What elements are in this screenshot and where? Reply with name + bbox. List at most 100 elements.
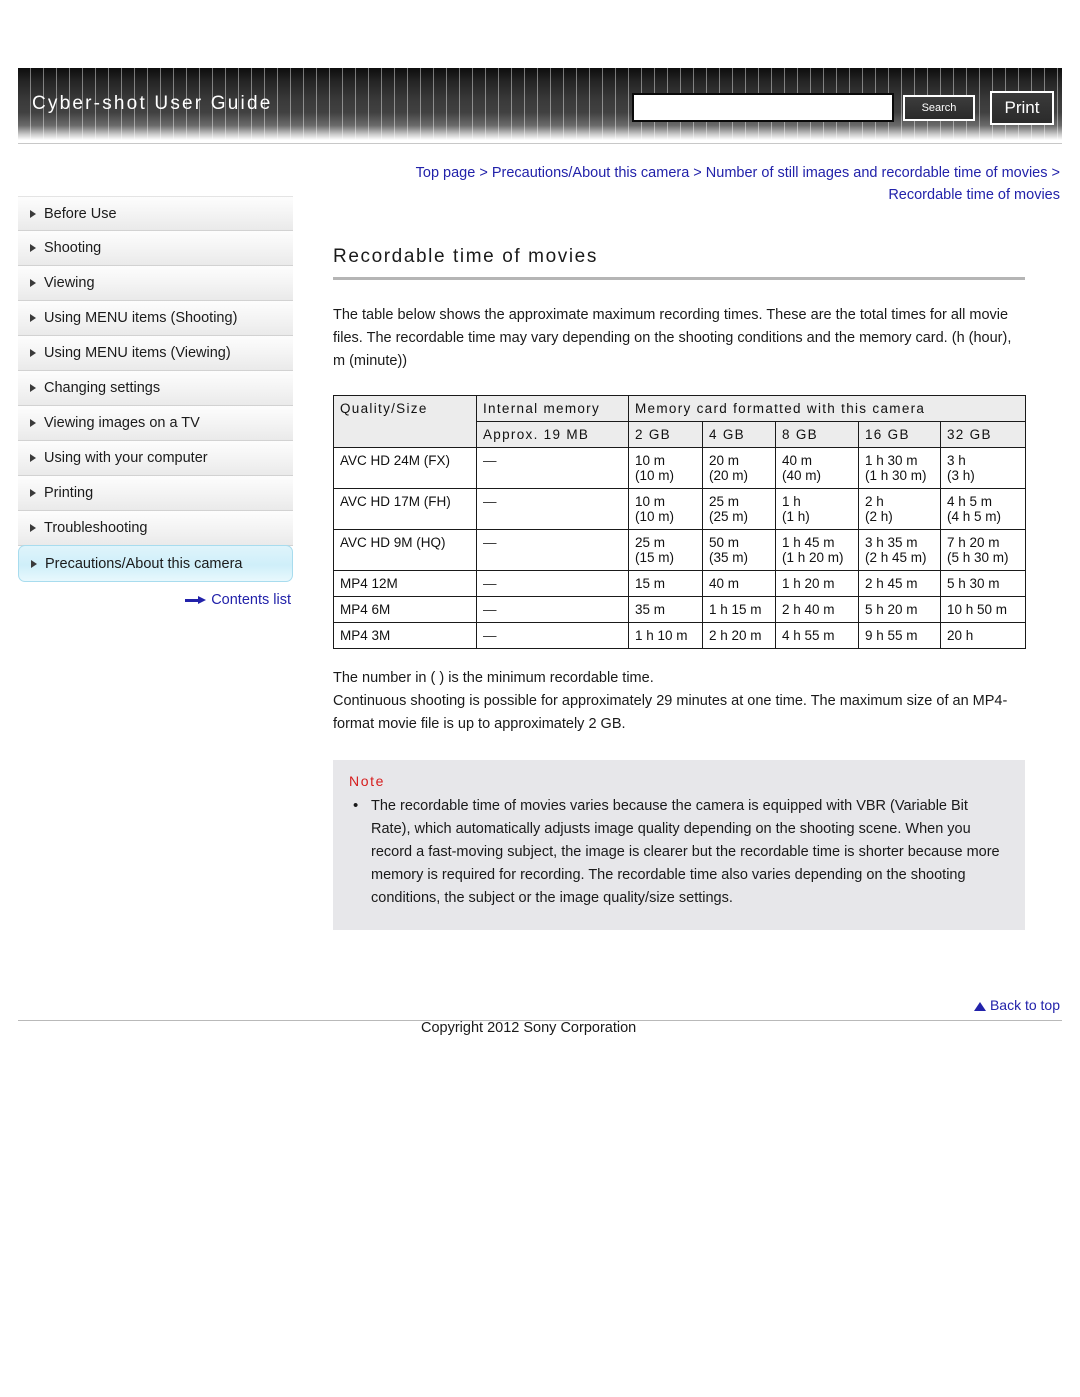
sidebar-item-using-with-your-computer[interactable]: Using with your computer [18,441,293,476]
recordable-time-value: 1 h [782,494,801,509]
recordable-time-value: 4 h 55 m [782,628,835,643]
cell-recordable-time: 10 m (10 m) [628,447,703,489]
cell-recordable-time: 4 h 5 m (4 h 5 m) [939,488,1027,530]
sidebar-item-label: Before Use [44,205,117,222]
sidebar-item-label: Viewing [44,275,95,291]
sub-header-cell: 2 GB [628,421,703,448]
recordable-time-minimum: (2 h 45 m) [865,550,927,565]
recordable-time-value: 10 m [635,453,666,468]
cell-quality-size: MP4 3M [333,622,477,649]
recordable-time-value: 20 h [947,628,974,643]
cell-internal-memory: — [476,488,629,530]
search-button[interactable]: Search [903,95,975,121]
recordable-time-minimum: (2 h) [865,509,893,524]
cell-recordable-time: 2 h (2 h) [858,488,941,530]
recordable-time-value: 3 h 35 m [865,535,918,550]
sidebar-item-label: Using with your computer [44,450,208,466]
cell-recordable-time: 9 h 55 m [858,622,941,649]
cell-recordable-time: 25 m (25 m) [702,488,776,530]
cell-recordable-time: 3 h 35 m (2 h 45 m) [858,529,941,571]
recordable-time-value: 40 m [709,576,740,591]
sidebar-item-using-menu-items-shooting[interactable]: Using MENU items (Shooting) [18,301,293,336]
sidebar-item-label: Viewing images on a TV [44,415,200,431]
triangle-right-icon [30,209,36,218]
table-footnotes: The number in ( ) is the minimum recorda… [333,667,1025,736]
recordable-time-value: 2 h 40 m [782,602,835,617]
back-to-top-link[interactable]: Back to top [973,997,1060,1013]
title-divider [333,277,1025,280]
recordable-time-value: 1 h 15 m [709,602,762,617]
sidebar-item-troubleshooting[interactable]: Troubleshooting [18,511,293,546]
sidebar-item-label: Printing [44,485,94,501]
sidebar-item-label: Changing settings [44,380,161,396]
cell-recordable-time: 20 m (20 m) [702,447,776,489]
cell-recordable-time: 2 h 45 m [858,570,941,597]
cell-internal-memory: — [476,529,629,571]
header-quality-size: Quality/Size [333,395,477,448]
sidebar-item-label: Shooting [44,240,102,256]
cell-recordable-time: 1 h 15 m [702,596,776,623]
table-row: MP4 3M — 1 h 10 m 2 h 20 m 4 h 55 m 9 h 55 m 2… [333,622,1027,649]
table-row: AVC HD 24M (FX) —10 m (10 m) 20 m (20 m) 40 m… [333,447,1027,489]
cell-quality-size: AVC HD 9M (HQ) [333,529,477,571]
triangle-right-icon [30,419,36,427]
table-group-header-row: Quality/Size Internal memory Memory card… [333,395,1027,448]
recordable-time-minimum: (1 h 20 m) [782,550,844,565]
table-row: AVC HD 9M (HQ) —25 m (15 m) 50 m (35 m) 1 h 4… [333,529,1027,571]
cell-recordable-time: 40 m (40 m) [775,447,859,489]
back-to-top-label: Back to top [989,997,1060,1013]
cell-recordable-time: 1 h 45 m (1 h 20 m) [775,529,859,571]
triangle-right-icon [30,279,36,287]
note-box: Note The recordable time of movies varie… [333,760,1025,930]
intro-paragraph: The table below shows the approximate ma… [333,307,1012,369]
recordable-time-value: 25 m [635,535,666,550]
table-row: AVC HD 17M (FH) —10 m (10 m) 25 m (25 m) 1 h(… [333,488,1027,530]
search-input[interactable] [632,93,894,122]
recordable-time-minimum: (1 h) [782,509,810,524]
recordable-time-minimum: (5 h 30 m) [947,550,1009,565]
triangle-right-icon [30,349,36,357]
footnote-continuous-shooting: Continuous shooting is possible for appr… [333,693,1008,732]
recordable-time-value: 1 h 45 m [782,535,835,550]
sidebar-item-viewing-images-on-a-tv[interactable]: Viewing images on a TV [18,406,293,441]
cell-recordable-time: 40 m [702,570,776,597]
recordable-time-value: 5 h 30 m [947,576,1000,591]
recordable-time-table: Quality/Size Internal memory Memory card… [333,395,1027,649]
recordable-time-minimum: (15 m) [635,550,675,565]
recordable-time-value: 4 h 5 m [947,494,993,509]
recordable-time-value: 15 m [635,576,666,591]
cell-internal-memory: — [476,596,629,623]
recordable-time-value: 20 m [709,453,740,468]
sidebar-item-using-menu-items-viewing[interactable]: Using MENU items (Viewing) [18,336,293,371]
recordable-time-minimum: (35 m) [709,550,749,565]
cell-internal-memory: — [476,447,629,489]
recordable-time-value: 9 h 55 m [865,628,918,643]
sidebar-item-viewing[interactable]: Viewing [18,266,293,301]
recordable-time-value: 3 h [947,453,966,468]
sidebar-item-precautions-about-this-camera[interactable]: Precautions/About this camera [18,545,293,582]
cell-internal-memory: — [476,570,629,597]
footnote-minimum-time: The number in ( ) is the minimum recorda… [333,670,654,686]
sidebar-item-before-use[interactable]: Before Use [18,196,293,231]
triangle-right-icon [30,384,36,392]
header-divider [18,143,1062,144]
recordable-time-minimum: (40 m) [782,468,822,483]
arrow-right-icon [185,596,207,605]
breadcrumb[interactable]: Top page > Precautions/About this camera… [360,162,1060,206]
cell-recordable-time: 25 m (15 m) [628,529,703,571]
cell-recordable-time: 15 m [628,570,703,597]
print-button[interactable]: Print [990,91,1054,125]
recordable-time-value: 7 h 20 m [947,535,1000,550]
cell-recordable-time: 3 h (3 h) [939,447,1027,489]
cell-quality-size: AVC HD 17M (FH) [333,488,477,530]
copyright-text: Copyright 2012 Sony Corporation [421,1020,637,1036]
recordable-time-minimum: (4 h 5 m) [947,509,1002,524]
sub-header-cell: 4 GB [702,421,776,448]
sidebar-item-changing-settings[interactable]: Changing settings [18,371,293,406]
table-row: MP4 12M — 15 m 40 m 1 h 20 m 2 h 45 m 5 h 30 m [333,570,1027,597]
recordable-time-minimum: (1 h 30 m) [865,468,927,483]
sidebar-item-printing[interactable]: Printing [18,476,293,511]
contents-list-link[interactable]: Contents list [18,592,293,608]
sidebar-item-label: Using MENU items (Viewing) [44,345,231,361]
sidebar-item-shooting[interactable]: Shooting [18,231,293,266]
